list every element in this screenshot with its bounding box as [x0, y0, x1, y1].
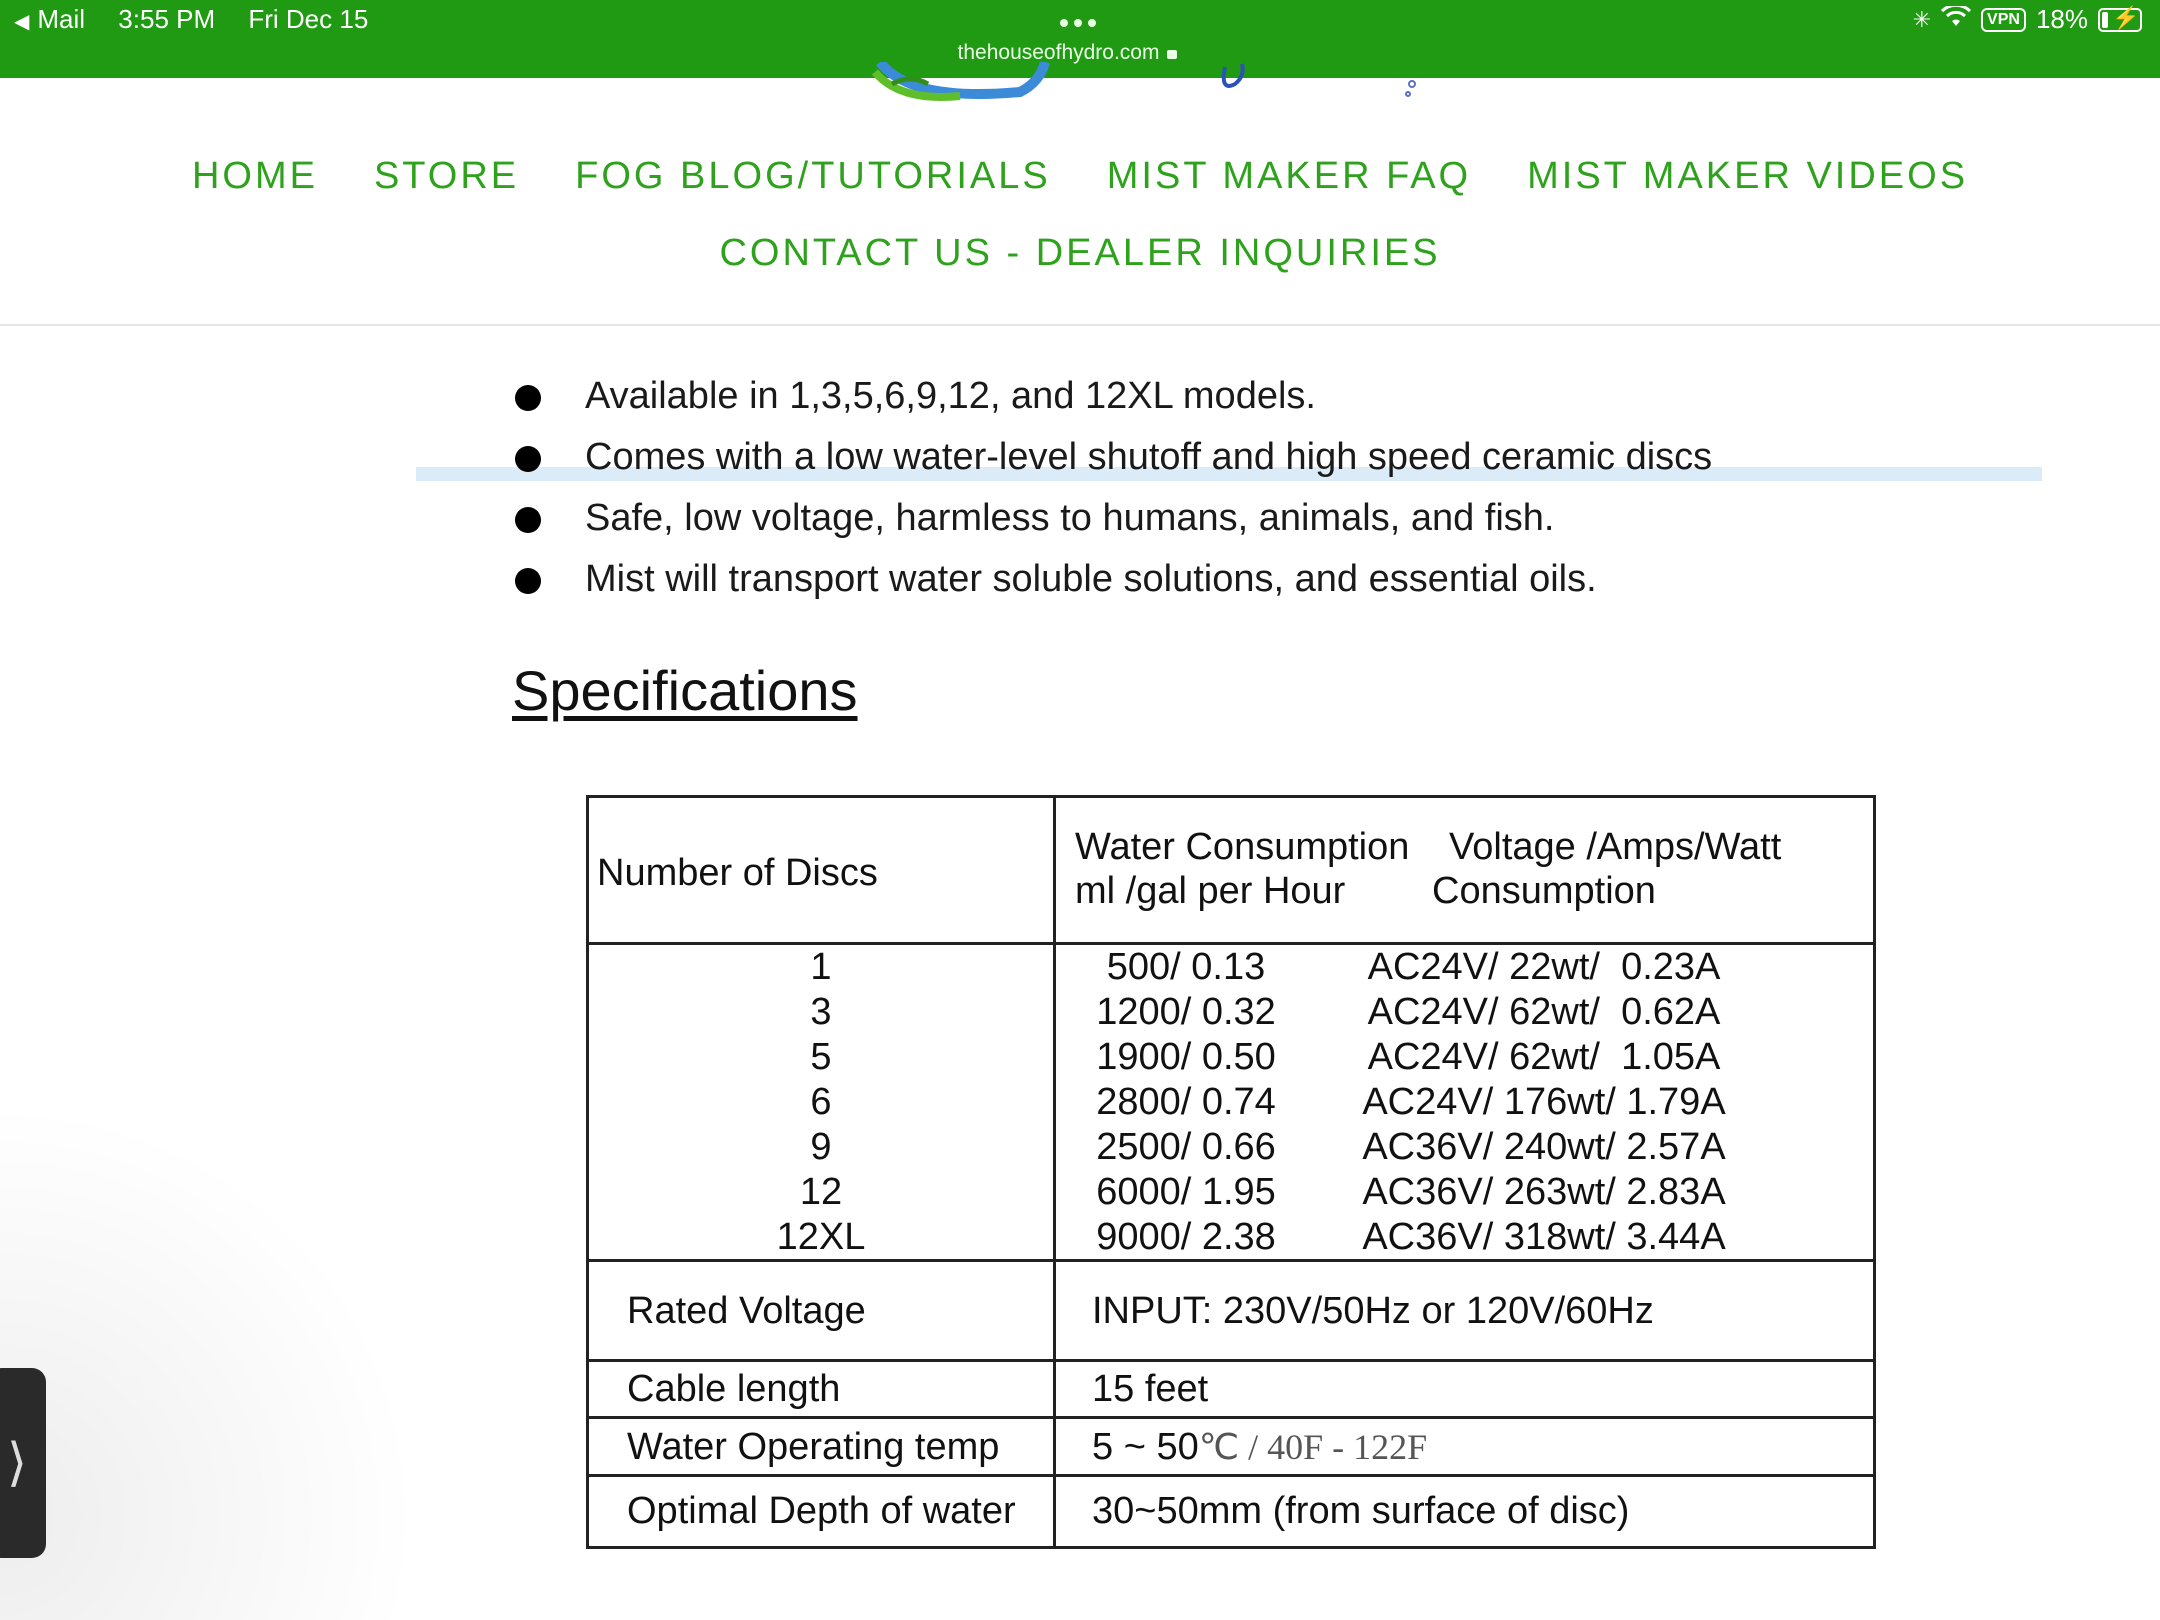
- spec-discs-cell: 6: [810, 1081, 832, 1123]
- bullet-icon: [515, 507, 541, 533]
- nav-divider: [0, 324, 2160, 326]
- table-divider: [589, 942, 1873, 945]
- spec-power-cell: AC36V/ 318wt/ 3.44A: [1362, 1216, 1726, 1258]
- spec-water-cell: 500/ 0.13: [1106, 946, 1266, 988]
- spec-water-cell: 2500/ 0.66: [1096, 1126, 1276, 1168]
- status-left: ◀ Mail 3:55 PM Fri Dec 15: [14, 4, 394, 35]
- spec-water-cell: 2800/ 0.74: [1096, 1081, 1276, 1123]
- chevron-right-icon: ⟩: [6, 1434, 28, 1492]
- spec-water-cell: 1900/ 0.50: [1096, 1036, 1276, 1078]
- rated-voltage-label: Rated Voltage: [627, 1290, 866, 1332]
- table-divider: [589, 1416, 1873, 1419]
- spec-discs-cell: 5: [810, 1036, 832, 1078]
- rated-voltage-value: INPUT: 230V/50Hz or 120V/60Hz: [1092, 1290, 1654, 1332]
- nav-row-primary: HOME STORE FOG BLOG/TUTORIALS MIST MAKER…: [0, 155, 2160, 198]
- spec-power-cell: AC36V/ 240wt/ 2.57A: [1362, 1126, 1726, 1168]
- nav-mist-maker-faq[interactable]: MIST MAKER FAQ: [1107, 155, 1471, 198]
- water-temp-value: 5 ~ 50℃ / 40F - 122F: [1092, 1426, 1428, 1468]
- specifications-table: Number of Discs Water Consumption ml /ga…: [586, 795, 1876, 1549]
- vpn-badge: VPN: [1981, 7, 2026, 32]
- spec-discs-cell: 12: [799, 1171, 843, 1213]
- header-water-line1: Water Consumption: [1075, 826, 1410, 868]
- more-dots-icon[interactable]: [1057, 14, 1099, 32]
- nav-row-secondary: CONTACT US - DEALER INQUIRIES: [0, 232, 2160, 275]
- bullet-icon: [515, 446, 541, 472]
- spec-discs-cell: 9: [810, 1126, 832, 1168]
- nav-home[interactable]: HOME: [192, 155, 318, 198]
- header-discs: Number of Discs: [597, 852, 878, 894]
- url-text[interactable]: thehouseofhydro.com: [958, 41, 1160, 64]
- table-divider: [589, 1474, 1873, 1477]
- list-item: Safe, low voltage, harmless to humans, a…: [515, 492, 1712, 553]
- cable-length-label: Cable length: [627, 1368, 841, 1410]
- spec-power-cell: AC24V/ 62wt/ 1.05A: [1367, 1036, 1721, 1078]
- nav-contact-us[interactable]: CONTACT US - DEALER INQUIRIES: [719, 232, 1440, 275]
- list-item: Available in 1,3,5,6,9,12, and 12XL mode…: [515, 370, 1712, 431]
- table-divider: [589, 1359, 1873, 1362]
- status-right: ✳ VPN 18% ⚡: [1912, 3, 2142, 35]
- status-time: 3:55 PM: [118, 4, 216, 34]
- nav-mist-maker-videos[interactable]: MIST MAKER VIDEOS: [1527, 155, 1968, 198]
- header-power-line2: Consumption: [1432, 870, 1656, 912]
- spec-discs-cell: 3: [810, 991, 832, 1033]
- activity-icon: ✳: [1912, 6, 1932, 32]
- header-water-line2: ml /gal per Hour: [1075, 870, 1346, 912]
- bullet-icon: [515, 568, 541, 594]
- spec-power-cell: AC36V/ 263wt/ 2.83A: [1362, 1171, 1726, 1213]
- nav-fog-blog[interactable]: FOG BLOG/TUTORIALS: [575, 155, 1051, 198]
- main-nav: HOME STORE FOG BLOG/TUTORIALS MIST MAKER…: [0, 155, 2160, 275]
- back-to-app-link[interactable]: Mail: [37, 4, 85, 34]
- table-divider: [589, 1259, 1873, 1262]
- list-item: Comes with a low water-level shutoff and…: [515, 431, 1712, 492]
- spec-water-cell: 1200/ 0.32: [1096, 991, 1276, 1033]
- spec-discs-cell: 12XL: [776, 1216, 866, 1258]
- battery-icon: ⚡: [2098, 5, 2142, 32]
- spec-power-cell: AC24V/ 176wt/ 1.79A: [1362, 1081, 1726, 1123]
- nav-store[interactable]: STORE: [374, 155, 519, 198]
- lock-icon: [1167, 50, 1178, 59]
- specifications-heading: Specifications: [512, 659, 858, 722]
- status-date: Fri Dec 15: [248, 4, 369, 34]
- wifi-icon: [1940, 3, 1972, 35]
- side-panel-handle[interactable]: ⟩: [0, 1368, 46, 1558]
- site-logo[interactable]: [870, 62, 1430, 102]
- depth-label: Optimal Depth of water: [627, 1490, 1016, 1532]
- spec-power-cell: AC24V/ 22wt/ 0.23A: [1367, 946, 1721, 988]
- water-temp-label: Water Operating temp: [627, 1426, 1000, 1468]
- cable-length-value: 15 feet: [1092, 1368, 1209, 1410]
- depth-value: 30~50mm (from surface of disc): [1092, 1490, 1630, 1532]
- spec-water-cell: 9000/ 2.38: [1096, 1216, 1276, 1258]
- feature-list: Available in 1,3,5,6,9,12, and 12XL mode…: [515, 370, 1712, 614]
- list-item: Mist will transport water soluble soluti…: [515, 553, 1712, 614]
- back-arrow-icon[interactable]: ◀: [14, 11, 29, 33]
- shadow-overlay: [0, 1100, 420, 1620]
- battery-percent: 18%: [2035, 4, 2088, 34]
- spec-discs-cell: 1: [810, 946, 832, 988]
- header-power-line1: Voltage /Amps/Watt: [1449, 826, 1782, 868]
- spec-power-cell: AC24V/ 62wt/ 0.62A: [1367, 991, 1721, 1033]
- bullet-icon: [515, 385, 541, 411]
- spec-water-cell: 6000/ 1.95: [1096, 1171, 1276, 1213]
